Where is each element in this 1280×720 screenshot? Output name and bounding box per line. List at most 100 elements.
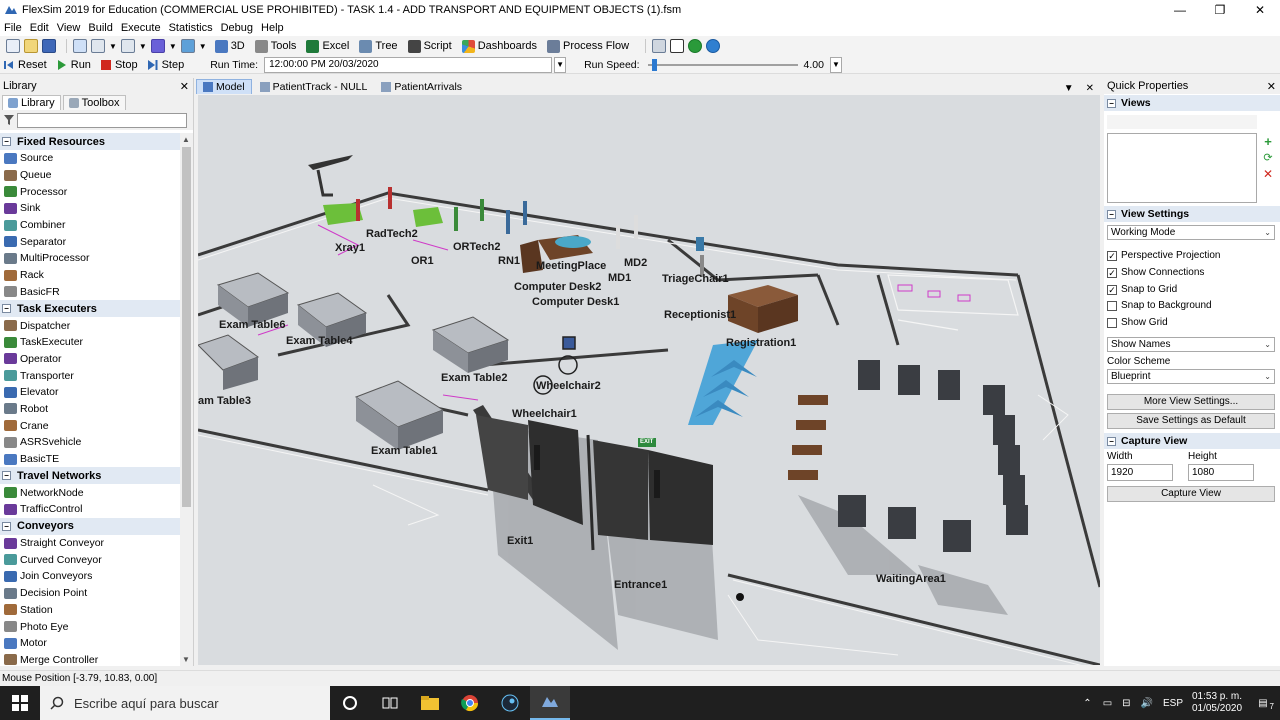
help-icon[interactable] xyxy=(688,39,703,53)
run-speed-slider[interactable] xyxy=(647,57,798,73)
minimize-button[interactable]: — xyxy=(1160,0,1200,20)
task-view-icon[interactable] xyxy=(370,686,410,720)
library-item[interactable]: Rack xyxy=(0,267,180,284)
menu-build[interactable]: Build xyxy=(88,22,117,34)
checkbox[interactable] xyxy=(1107,300,1117,311)
window-layout-icon[interactable] xyxy=(670,39,685,53)
library-item[interactable]: Sink xyxy=(0,200,180,217)
library-item[interactable]: Curved Conveyor xyxy=(0,551,180,568)
library-category[interactable]: − Travel Networks xyxy=(0,467,180,485)
network-icon[interactable]: ⊟ xyxy=(1122,698,1130,709)
checkbox[interactable]: ✓ xyxy=(1107,250,1117,261)
run-time-field[interactable]: 12:00:00 PM 20/03/2020 xyxy=(264,56,553,73)
views-section-header[interactable]: − Views xyxy=(1104,95,1280,111)
library-item[interactable]: MultiProcessor xyxy=(0,250,180,267)
edit-selected-icon[interactable] xyxy=(180,39,195,53)
library-item[interactable]: Motor xyxy=(0,635,180,652)
check-perspective[interactable]: ✓ Perspective Projection xyxy=(1107,250,1221,261)
library-item[interactable]: Queue xyxy=(0,167,180,184)
capture-view-section-header[interactable]: − Capture View xyxy=(1104,433,1280,449)
library-item[interactable]: TrafficControl xyxy=(0,501,180,518)
disconnect-objects-icon[interactable] xyxy=(120,39,135,53)
menu-view[interactable]: View xyxy=(57,22,86,34)
select-mode-icon[interactable] xyxy=(73,39,87,53)
close-button[interactable]: ✕ xyxy=(1240,0,1280,20)
view-close-icon[interactable]: ✕ xyxy=(1086,83,1094,94)
library-filter-input[interactable] xyxy=(17,112,187,128)
show-names-select[interactable]: Show Names ⌄ xyxy=(1107,337,1275,352)
tab-patienttrack[interactable]: PatientTrack - NULL xyxy=(254,79,374,94)
library-item[interactable]: Join Conveyors xyxy=(0,568,180,585)
checkbox[interactable] xyxy=(1107,317,1117,328)
checkbox[interactable]: ✓ xyxy=(1107,267,1117,278)
battery-icon[interactable]: ▭ xyxy=(1103,698,1112,709)
view-mode-select[interactable]: Working Mode ⌄ xyxy=(1107,225,1275,240)
views-list[interactable] xyxy=(1107,133,1257,203)
check-snap-background[interactable]: Snap to Background xyxy=(1107,300,1212,311)
new-file-icon[interactable] xyxy=(6,39,20,53)
toolbar-tree-button[interactable]: Tree xyxy=(359,39,398,53)
tab-model[interactable]: Model xyxy=(196,79,252,94)
notifications-button[interactable]: ▤ 7 xyxy=(1246,698,1280,711)
more-view-settings-button[interactable]: More View Settings... xyxy=(1107,394,1275,410)
library-item[interactable]: Crane xyxy=(0,417,180,434)
capture-width-input[interactable]: 1920 xyxy=(1107,464,1173,481)
flexsim-taskbar-icon[interactable] xyxy=(530,686,570,720)
library-item[interactable]: Straight Conveyor xyxy=(0,535,180,552)
capture-height-input[interactable]: 1080 xyxy=(1188,464,1254,481)
chevron-up-icon[interactable]: ⌃ xyxy=(1083,698,1091,709)
library-item[interactable]: NetworkNode xyxy=(0,484,180,501)
menu-help[interactable]: Help xyxy=(261,22,289,34)
library-item[interactable]: ASRSvehicle xyxy=(0,434,180,451)
run-time-dropdown[interactable]: ▼ xyxy=(554,56,567,73)
menu-debug[interactable]: Debug xyxy=(221,22,258,34)
library-item[interactable]: Combiner xyxy=(0,217,180,234)
check-show-connections[interactable]: ✓ Show Connections xyxy=(1107,267,1204,278)
connect-objects-icon[interactable] xyxy=(91,39,105,53)
delete-view-icon[interactable]: ✕ xyxy=(1262,168,1274,180)
library-item[interactable]: Operator xyxy=(0,351,180,368)
run-speed-dropdown[interactable]: ▼ xyxy=(829,56,842,73)
menu-file[interactable]: File xyxy=(4,22,27,34)
maximize-button[interactable]: ❐ xyxy=(1200,0,1240,20)
views-name-field[interactable] xyxy=(1107,115,1257,129)
library-category[interactable]: − Fixed Resources xyxy=(0,133,180,150)
start-button[interactable] xyxy=(0,686,40,720)
library-item[interactable]: Photo Eye xyxy=(0,618,180,635)
library-item[interactable]: Station xyxy=(0,602,180,619)
toolbar-dashboards-button[interactable]: Dashboards xyxy=(461,39,537,53)
reset-button[interactable]: Reset xyxy=(4,59,47,71)
library-close-icon[interactable]: ✕ xyxy=(180,80,189,93)
steam-icon[interactable] xyxy=(490,686,530,720)
library-item[interactable]: Source xyxy=(0,150,180,167)
checkbox[interactable]: ✓ xyxy=(1107,284,1117,295)
file-explorer-icon[interactable] xyxy=(410,686,450,720)
save-settings-default-button[interactable]: Save Settings as Default xyxy=(1107,413,1275,429)
toolbar-excel-button[interactable]: Excel xyxy=(306,39,349,53)
model-3d-view[interactable]: Xray1 RadTech2 OR1 ORTech2 RN1 MeetingPl… xyxy=(198,95,1100,665)
library-item[interactable]: Transporter xyxy=(0,367,180,384)
check-snap-grid[interactable]: ✓ Snap to Grid xyxy=(1107,284,1177,295)
workspace-icon[interactable] xyxy=(652,39,667,53)
save-icon[interactable] xyxy=(42,39,56,53)
stop-button[interactable]: Stop xyxy=(100,59,138,71)
toolbar-processflow-button[interactable]: Process Flow xyxy=(547,39,629,53)
check-show-grid[interactable]: Show Grid xyxy=(1107,317,1168,328)
menu-execute[interactable]: Execute xyxy=(121,22,166,34)
library-item[interactable]: BasicFR xyxy=(0,284,180,301)
library-item[interactable]: Elevator xyxy=(0,384,180,401)
tab-toolbox[interactable]: Toolbox xyxy=(62,95,126,110)
taskbar-search[interactable]: Escribe aquí para buscar xyxy=(40,686,330,720)
library-item[interactable]: Merge Controller xyxy=(0,652,180,666)
color-scheme-select[interactable]: Blueprint ⌄ xyxy=(1107,369,1275,384)
refresh-view-icon[interactable]: ⟳ xyxy=(1262,152,1274,164)
menu-statistics[interactable]: Statistics xyxy=(169,22,218,34)
library-item[interactable]: TaskExecuter xyxy=(0,334,180,351)
toolbar-3d-button[interactable]: 3D xyxy=(214,39,245,53)
tab-patientarrivals[interactable]: PatientArrivals xyxy=(375,79,468,94)
cortana-icon[interactable] xyxy=(330,686,370,720)
slider-thumb[interactable] xyxy=(651,58,657,71)
toolbar-script-button[interactable]: Script xyxy=(407,39,452,53)
library-item[interactable]: Dispatcher xyxy=(0,317,180,334)
library-item[interactable]: BasicTE xyxy=(0,451,180,468)
